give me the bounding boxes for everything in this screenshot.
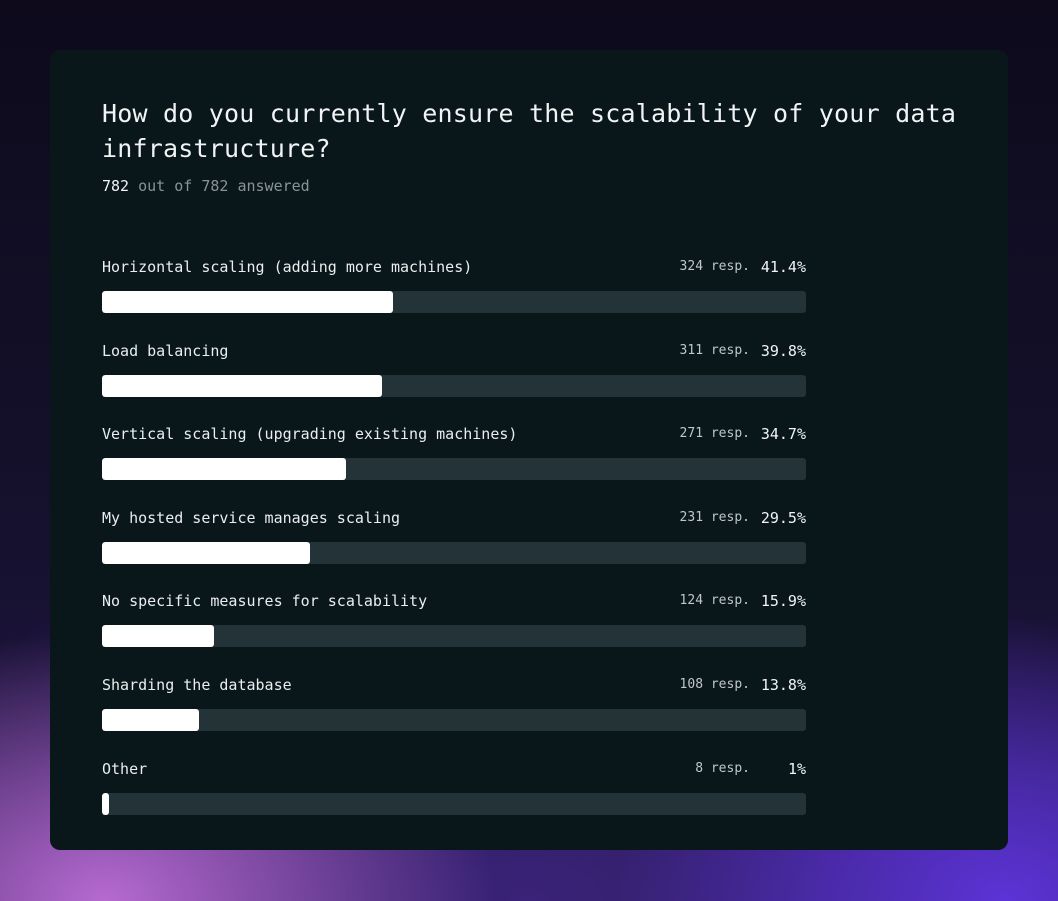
response-count: 324 resp. xyxy=(679,259,750,274)
bar-track xyxy=(102,541,806,564)
bar-track xyxy=(102,708,806,731)
survey-results-card: How do you currently ensure the scalabil… xyxy=(50,50,1008,850)
option-label: Load balancing xyxy=(102,341,229,360)
result-row: Vertical scaling (upgrading existing mac… xyxy=(102,424,806,508)
answered-count: 782 xyxy=(102,177,130,195)
bar-fill xyxy=(102,291,393,313)
percentage-label: 41.4% xyxy=(760,258,806,276)
option-label: My hosted service manages scaling xyxy=(102,508,401,527)
response-count: 8 resp. xyxy=(695,760,750,776)
bar-track xyxy=(102,458,806,481)
result-row: Load balancing 311 resp. 39.8% xyxy=(102,341,806,425)
bar-track xyxy=(102,374,806,397)
option-label: Horizontal scaling (adding more machines… xyxy=(102,258,473,276)
option-label: Vertical scaling (upgrading existing mac… xyxy=(102,425,518,444)
bar-track xyxy=(102,291,806,313)
percentage-label: 39.8% xyxy=(760,341,806,360)
bar-fill xyxy=(102,708,199,731)
answered-summary: 782 out of 782 answered xyxy=(102,176,310,196)
response-count: 271 resp. xyxy=(679,426,750,442)
response-count: 108 resp. xyxy=(679,676,750,692)
results-bar-chart: Horizontal scaling (adding more machines… xyxy=(102,257,806,842)
answered-suffix: out of 782 answered xyxy=(129,177,310,195)
bar-fill xyxy=(102,374,382,397)
question-title: How do you currently ensure the scalabil… xyxy=(102,99,957,163)
result-row: Other 8 resp. 1% xyxy=(102,759,806,843)
bar-fill xyxy=(102,792,109,815)
response-count: 231 resp. xyxy=(679,509,750,525)
bar-track xyxy=(102,792,806,815)
option-label: Sharding the database xyxy=(102,675,292,694)
percentage-label: 15.9% xyxy=(760,592,806,611)
percentage-label: 29.5% xyxy=(760,508,806,527)
percentage-label: 34.7% xyxy=(760,425,806,444)
bar-fill xyxy=(102,541,310,564)
result-row: Horizontal scaling (adding more machines… xyxy=(102,257,806,341)
bar-fill xyxy=(102,458,346,481)
response-count: 124 resp. xyxy=(679,593,750,609)
percentage-label: 13.8% xyxy=(760,675,806,694)
percentage-label: 1% xyxy=(787,759,806,778)
bar-fill xyxy=(102,625,214,648)
option-label: Other xyxy=(102,759,148,778)
response-count: 311 resp. xyxy=(679,342,750,358)
result-row: Sharding the database 108 resp. 13.8% xyxy=(102,675,806,759)
result-row: My hosted service manages scaling 231 res… xyxy=(102,508,806,592)
option-label: No specific measures for scalability xyxy=(102,592,428,611)
bar-track xyxy=(102,625,806,648)
result-row: No specific measures for scalability 124 … xyxy=(102,591,806,675)
